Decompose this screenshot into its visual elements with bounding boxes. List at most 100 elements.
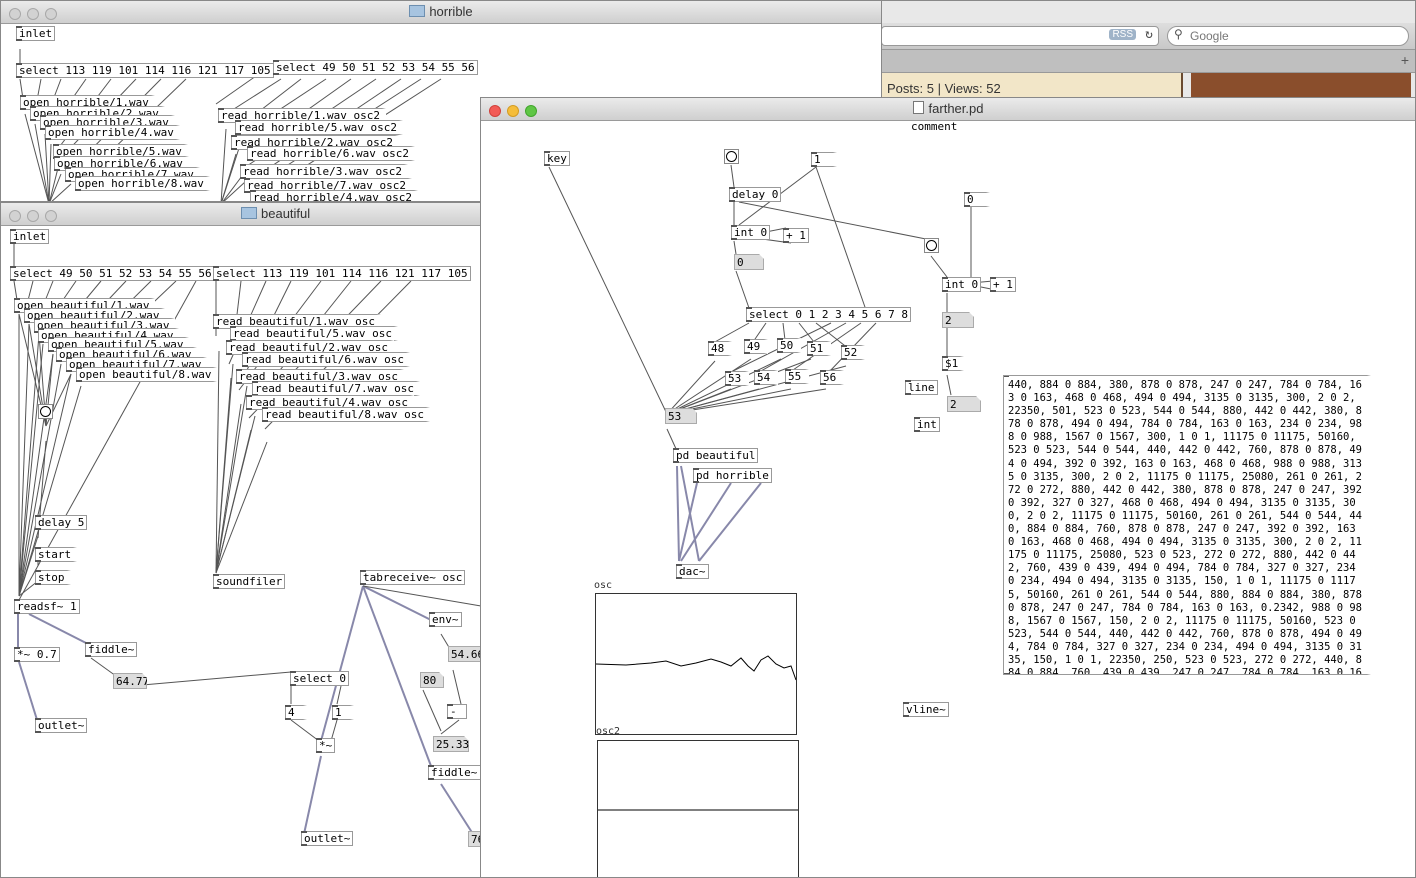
canvas-farther: comment key 1 delay 0 int 0 + 1 0 0 int … (481, 120, 1415, 877)
number-2-b[interactable]: 2 (947, 396, 981, 412)
message-53[interactable]: 53 (725, 371, 749, 386)
canvas-beautiful: inlet select 49 50 51 52 53 54 55 56 sel… (1, 226, 483, 877)
inlet-object[interactable]: inlet (10, 229, 50, 244)
folder-icon (241, 207, 257, 219)
message-48[interactable]: 48 (708, 341, 732, 356)
int-object-3[interactable]: int (914, 417, 940, 432)
minus-object[interactable]: - (447, 704, 467, 719)
multiply-object[interactable]: *~ 0.7 (14, 647, 60, 662)
osc2-array-label: osc2 (596, 726, 621, 737)
search-field[interactable]: ⚲ Google (1167, 26, 1409, 46)
reload-icon[interactable]: ↻ (1145, 27, 1153, 42)
inlet-object[interactable]: inlet (16, 26, 56, 41)
message-1[interactable]: 1 (811, 152, 837, 167)
titlebar-horrible[interactable]: horrible (1, 1, 881, 24)
select-digits-object[interactable]: select 49 50 51 52 53 54 55 56 (273, 60, 478, 75)
read-horrible-6[interactable]: read horrible/6.wav osc2 (247, 146, 415, 161)
read-beautiful-6[interactable]: read beautiful/6.wav osc (242, 352, 410, 367)
message-52[interactable]: 52 (841, 345, 865, 360)
select-zero-object[interactable]: select 0 (290, 671, 349, 686)
read-horrible-4[interactable]: read horrible/4.wav osc2 (250, 190, 418, 201)
readsf-object[interactable]: readsf~ 1 (14, 599, 80, 614)
message-51[interactable]: 51 (807, 341, 831, 356)
bang-circle-icon (726, 151, 737, 162)
signal-multiply-object[interactable]: *~ (316, 738, 336, 753)
select-object[interactable]: select 0 1 2 3 4 5 6 7 8 (746, 307, 911, 322)
bang-button[interactable] (724, 149, 739, 164)
osc-array-label: osc (594, 580, 613, 591)
read-horrible-5[interactable]: read horrible/5.wav osc2 (235, 120, 403, 135)
read-beautiful-7[interactable]: read beautiful/7.wav osc (252, 381, 420, 396)
document-icon (912, 101, 924, 114)
number-2[interactable]: 2 (942, 312, 974, 328)
rss-badge[interactable]: RSS (1109, 29, 1136, 40)
message-56[interactable]: 56 (820, 370, 844, 385)
message-1[interactable]: 1 (332, 705, 354, 720)
open-beautiful-8[interactable]: open beautiful/8.wav (76, 367, 218, 382)
osc2-array[interactable] (597, 740, 799, 877)
number-64-77[interactable]: 64.77 (113, 673, 147, 689)
osc-waveform (595, 655, 797, 681)
bang-button[interactable] (38, 404, 53, 419)
comment-text[interactable]: comment (911, 120, 957, 133)
osc2-waveform (598, 809, 798, 811)
number-0[interactable]: 0 (734, 254, 764, 270)
dac-object[interactable]: dac~ (676, 564, 709, 579)
window-title: horrible (429, 4, 473, 19)
select-keys-object[interactable]: select 113 119 101 114 116 121 117 105 (213, 266, 471, 281)
message-49[interactable]: 49 (744, 339, 768, 354)
titlebar-farther[interactable]: farther.pd (481, 98, 1415, 121)
select-keys-object[interactable]: select 113 119 101 114 116 121 117 105 (15, 63, 274, 78)
dollar-one-message[interactable]: $1 (942, 356, 964, 371)
open-horrible-8[interactable]: open horrible/8.wav (75, 176, 210, 191)
delay-object[interactable]: delay 0 (729, 187, 782, 202)
search-icon: ⚲ (1174, 27, 1183, 41)
int-object-2[interactable]: int 0 (942, 277, 982, 292)
open-horrible-4[interactable]: open horrible/4.wav (45, 125, 180, 140)
new-tab-icon[interactable]: + (1401, 52, 1409, 68)
pd-beautiful-object[interactable]: pd beautiful (673, 448, 759, 463)
list-message[interactable]: 440, 884 0 884, 380, 878 0 878, 247 0 24… (1003, 375, 1371, 675)
env-object[interactable]: env~ (429, 612, 462, 627)
message-0[interactable]: 0 (964, 192, 990, 207)
number-54-66[interactable]: 54.66 (448, 646, 484, 662)
window-title: beautiful (261, 206, 311, 221)
number-53[interactable]: 53 (665, 408, 697, 424)
message-50[interactable]: 50 (777, 338, 801, 353)
outlet-object-2[interactable]: outlet~ (301, 831, 354, 846)
stop-message[interactable]: stop (35, 570, 71, 585)
vline-object[interactable]: vline~ (903, 702, 949, 717)
plus-one-object[interactable]: + 1 (783, 228, 809, 243)
read-beautiful-8[interactable]: read beautiful/8.wav osc (262, 407, 430, 422)
tab-strip: + (861, 50, 1415, 73)
fiddle-object[interactable]: fiddle~ (85, 642, 138, 657)
osc-array[interactable] (595, 593, 797, 735)
number-25-33[interactable]: 25.33 (433, 736, 469, 752)
search-placeholder: Google (1190, 29, 1229, 43)
outlet-object[interactable]: outlet~ (35, 718, 88, 733)
soundfiler-object[interactable]: soundfiler (213, 574, 286, 589)
read-beautiful-5[interactable]: read beautiful/5.wav osc (230, 326, 398, 341)
bang-circle-icon (40, 406, 51, 417)
browser-toolbar: RSS ↻ ⚲ Google (861, 23, 1415, 50)
message-4[interactable]: 4 (285, 705, 307, 720)
bang-button-2[interactable] (924, 238, 939, 253)
window-beautiful: beautiful inlet select 49 50 51 52 53 54… (0, 202, 484, 878)
int-object[interactable]: int 0 (731, 225, 771, 240)
message-54[interactable]: 54 (754, 370, 778, 385)
address-bar[interactable]: RSS ↻ (881, 26, 1159, 46)
folder-icon (409, 5, 426, 17)
select-digits-object[interactable]: select 49 50 51 52 53 54 55 56 (10, 266, 215, 281)
titlebar-beautiful[interactable]: beautiful (1, 203, 483, 226)
number-80[interactable]: 80 (420, 672, 444, 688)
plus-one-object-2[interactable]: + 1 (990, 277, 1016, 292)
line-object[interactable]: line (905, 380, 938, 395)
key-object[interactable]: key (544, 151, 570, 166)
start-message[interactable]: start (35, 547, 78, 562)
fiddle-object-2[interactable]: fiddle~ 1 (428, 765, 483, 780)
pd-horrible-object[interactable]: pd horrible (693, 468, 772, 483)
message-55[interactable]: 55 (785, 369, 809, 384)
tabreceive-object[interactable]: tabreceive~ osc (360, 570, 466, 585)
read-horrible-3[interactable]: read horrible/3.wav osc2 (240, 164, 408, 179)
delay-object[interactable]: delay 5 (35, 515, 88, 530)
